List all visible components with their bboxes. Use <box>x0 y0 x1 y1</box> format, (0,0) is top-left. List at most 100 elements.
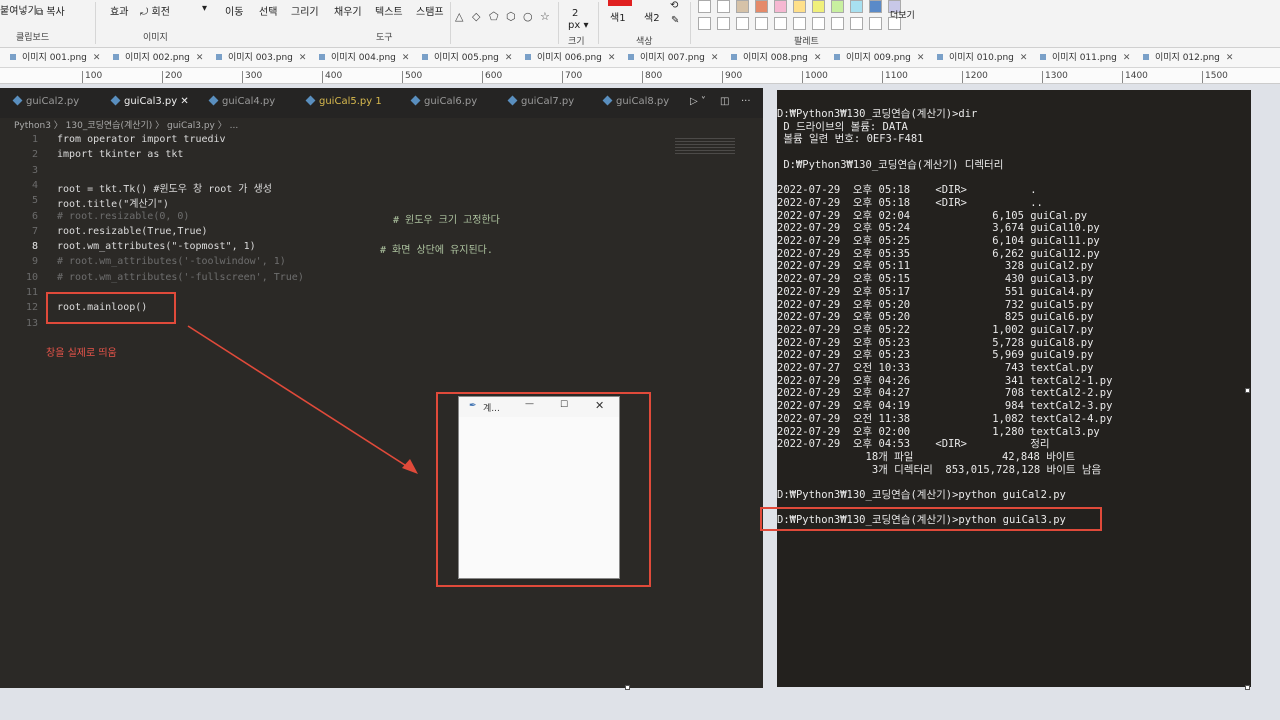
close-tab-icon[interactable]: ✕ <box>1226 53 1234 63</box>
maximize-icon[interactable]: ☐ <box>560 400 568 410</box>
select-button[interactable]: 선택 <box>259 3 277 18</box>
close-tab-icon[interactable]: ✕ <box>505 53 513 63</box>
palette-empty-swatch[interactable] <box>774 17 787 30</box>
eyedropper-icon[interactable]: ✎ <box>671 15 679 26</box>
image-tab[interactable]: 이미지 004.png ✕ <box>317 50 409 66</box>
color1-swatch[interactable] <box>608 0 632 6</box>
image-tab[interactable]: 이미지 011.png ✕ <box>1038 50 1130 66</box>
close-tab-icon[interactable]: ✕ <box>1123 53 1131 63</box>
close-tab-icon[interactable]: ✕ <box>1020 53 1028 63</box>
palette-empty-swatch[interactable] <box>717 17 730 30</box>
ruler-tick-label: 900 <box>722 71 742 83</box>
image-tab[interactable]: 이미지 005.png ✕ <box>420 50 512 66</box>
circle-shape-icon[interactable]: ○ <box>523 10 533 23</box>
tk-window-title: 계... <box>483 404 500 414</box>
rotate-button[interactable]: ⤾ 회전 <box>140 3 170 18</box>
close-tab-icon[interactable]: ✕ <box>608 53 616 63</box>
palette-swatch[interactable] <box>736 0 749 13</box>
code-editor-screenshot: guiCal2.py guiCal3.py ✕ guiCal4.py guiCal5.… <box>0 88 763 688</box>
star-shape-icon[interactable]: ☆ <box>540 10 550 23</box>
close-tab-icon[interactable]: ✕ <box>814 53 822 63</box>
terminal-line: 2022-07-29 오후 05:20 825 guiCal6.py <box>777 311 1094 324</box>
image-tab-label: 이미지 007.png <box>640 53 705 63</box>
palette-swatch[interactable] <box>755 0 768 13</box>
image-tab[interactable]: 이미지 012.png ✕ <box>1141 50 1233 66</box>
stamp-button[interactable]: 스탬프 <box>416 3 444 18</box>
palette-swatch[interactable] <box>869 0 882 13</box>
close-tab-icon[interactable]: ✕ <box>196 53 204 63</box>
image-group-label: 이미지 <box>143 33 168 43</box>
ruler-tick-label: 100 <box>82 71 102 83</box>
palette-swatch[interactable] <box>812 0 825 13</box>
image-tab[interactable]: 이미지 008.png ✕ <box>729 50 821 66</box>
effect-button[interactable]: 효과 <box>110 3 128 18</box>
selection-handle[interactable] <box>1245 685 1250 690</box>
close-tab-icon[interactable]: ✕ <box>917 53 925 63</box>
tk-window-titlebar[interactable]: ✒ 계... — ☐ ✕ <box>459 397 619 417</box>
palette-empty-swatch[interactable] <box>869 17 882 30</box>
image-tab[interactable]: 이미지 007.png ✕ <box>626 50 718 66</box>
palette-swatch[interactable] <box>850 0 863 13</box>
selection-handle[interactable] <box>625 685 630 690</box>
palette-swatch[interactable] <box>698 0 711 13</box>
close-tab-icon[interactable]: ✕ <box>711 53 719 63</box>
image-tab[interactable]: 이미지 010.png ✕ <box>935 50 1027 66</box>
feather-icon: ✒ <box>469 401 477 411</box>
diamond-shape-icon[interactable]: ◇ <box>472 10 480 23</box>
terminal-line: 2022-07-29 오후 04:53 <DIR> 정리 <box>777 438 1050 451</box>
hexagon-shape-icon[interactable]: ⬡ <box>506 10 516 23</box>
terminal-line: 2022-07-29 오후 05:18 <DIR> . <box>777 184 1037 197</box>
close-tab-icon[interactable]: ✕ <box>93 53 101 63</box>
triangle-shape-icon[interactable]: △ <box>455 10 463 23</box>
close-icon[interactable]: ✕ <box>595 399 604 412</box>
image-tab[interactable]: 이미지 006.png ✕ <box>523 50 615 66</box>
pentagon-shape-icon[interactable]: ⬠ <box>489 10 499 23</box>
fill-button[interactable]: 채우기 <box>334 3 362 18</box>
color1-button[interactable]: 색1 <box>610 9 626 24</box>
palette-swatch[interactable] <box>774 0 787 13</box>
palette-empty-swatch[interactable] <box>812 17 825 30</box>
image-dropdown[interactable]: ▾ <box>202 3 207 14</box>
terminal-line: 2022-07-29 오후 05:23 5,728 guiCal8.py <box>777 336 1094 349</box>
switch-colors-icon[interactable]: ⟲ <box>670 0 678 11</box>
palette-empty-swatch[interactable] <box>793 17 806 30</box>
palette-swatch[interactable] <box>831 0 844 13</box>
more-colors-button[interactable]: 더보기 <box>890 8 915 21</box>
image-tab[interactable]: 이미지 003.png ✕ <box>214 50 306 66</box>
palette-swatch[interactable] <box>717 0 730 13</box>
image-file-icon <box>10 54 16 60</box>
image-tab-label: 이미지 001.png <box>22 53 87 63</box>
horizontal-ruler: 100 200 300 400 500 600 700 800 900 1000 1100 1200 1… <box>0 68 1280 84</box>
ruler-tick-label: 200 <box>162 71 182 83</box>
terminal-screenshot: D:₩Python3₩130_코딩연습(계산기)>dir D 드라이브의 볼륨:… <box>777 90 1251 687</box>
palette-empty-swatch[interactable] <box>698 17 711 30</box>
palette-empty-swatch[interactable] <box>736 17 749 30</box>
palette-empty-swatch[interactable] <box>831 17 844 30</box>
minimize-icon[interactable]: — <box>525 399 534 409</box>
image-tab-label: 이미지 002.png <box>125 53 190 63</box>
draw-button[interactable]: 그리기 <box>291 3 319 18</box>
color2-button[interactable]: 색2 <box>644 9 660 24</box>
image-tab[interactable]: 이미지 001.png ✕ <box>8 50 100 66</box>
size-dropdown[interactable]: px ▾ <box>568 20 588 31</box>
palette-empty-swatch[interactable] <box>850 17 863 30</box>
copy-button[interactable]: ⧉ 복사 <box>36 3 65 18</box>
palette-swatch[interactable] <box>793 0 806 13</box>
image-tab-label: 이미지 010.png <box>949 53 1014 63</box>
palette-empty-swatch[interactable] <box>755 17 768 30</box>
terminal-line: 2022-07-29 오후 05:22 1,002 guiCal7.py <box>777 323 1094 336</box>
selection-handle[interactable] <box>1245 388 1250 393</box>
terminal-line: 2022-07-29 오후 05:24 3,674 guiCal10.py <box>777 222 1100 235</box>
ruler-tick-label: 800 <box>642 71 662 83</box>
terminal-line: 2022-07-29 오후 05:25 6,104 guiCal11.py <box>777 235 1100 247</box>
image-tab-strip: 이미지 001.png ✕ 이미지 002.png ✕ 이미지 003.png ✕ 이미지 … <box>0 48 1280 68</box>
terminal-line: 2022-07-29 오후 05:23 5,969 guiCal9.py <box>777 349 1094 362</box>
text-button[interactable]: 텍스트 <box>375 3 403 18</box>
move-button[interactable]: 이동 <box>225 3 243 18</box>
paste-button[interactable]: 붙여넣기 <box>0 2 37 17</box>
close-tab-icon[interactable]: ✕ <box>402 53 410 63</box>
image-tab[interactable]: 이미지 009.png ✕ <box>832 50 924 66</box>
image-tab[interactable]: 이미지 002.png ✕ <box>111 50 203 66</box>
tk-window[interactable]: ✒ 계... — ☐ ✕ <box>458 396 620 579</box>
close-tab-icon[interactable]: ✕ <box>299 53 307 63</box>
